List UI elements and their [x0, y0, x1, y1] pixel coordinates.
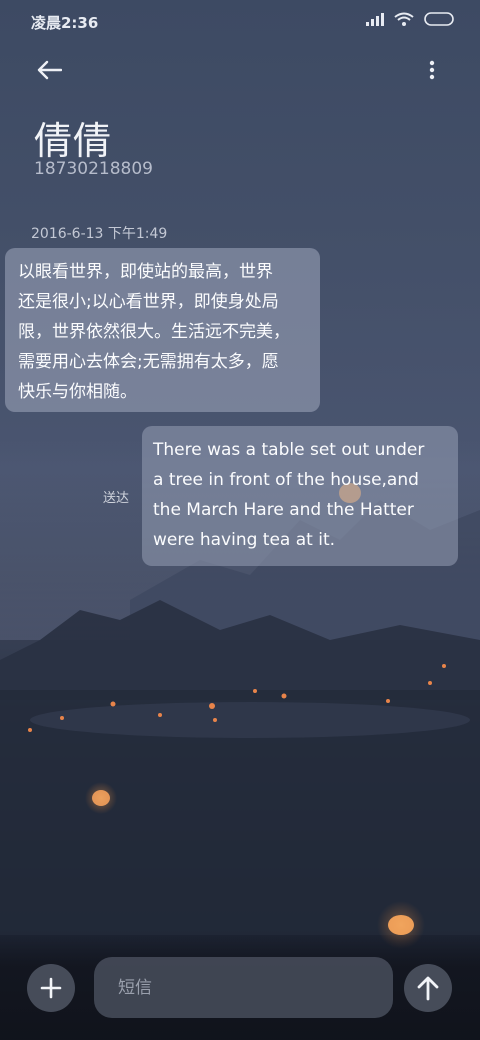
- message-line: 需要用心去体会;无需拥有太多，愿: [18, 352, 279, 372]
- message-line: There was a table set out under: [153, 440, 425, 460]
- contact-number: 18730218809: [34, 159, 153, 179]
- more-options-button[interactable]: [422, 56, 442, 84]
- send-button[interactable]: [404, 964, 452, 1012]
- wifi-icon: [394, 12, 414, 26]
- back-button[interactable]: [34, 56, 64, 84]
- add-attachment-button[interactable]: [27, 964, 75, 1012]
- message-input-container: [94, 957, 393, 1018]
- message-line: 以眼看世界，即使站的最高，世界: [18, 262, 273, 282]
- message-date: 2016-6-13 下午1:49: [31, 226, 168, 242]
- incoming-message-bubble[interactable]: 以眼看世界，即使站的最高，世界 还是很小;以心看世界，即使身处局 限，世界依然很…: [5, 248, 320, 412]
- message-line: were having tea at it.: [153, 530, 336, 550]
- more-vert-icon: [429, 60, 435, 80]
- message-line: the March Hare and the Hatter: [153, 500, 414, 520]
- back-arrow-icon: [37, 60, 62, 80]
- delivery-status: 送达: [103, 491, 130, 506]
- message-input[interactable]: [118, 977, 393, 998]
- send-arrow-icon: [417, 976, 439, 1001]
- signal-icon: [366, 12, 384, 26]
- outgoing-message-bubble[interactable]: There was a table set out under a tree i…: [142, 426, 458, 566]
- plus-icon: [40, 977, 62, 999]
- status-time: 凌晨2:36: [31, 14, 99, 32]
- message-line: 快乐与你相随。: [18, 382, 137, 402]
- top-bar: [0, 50, 480, 90]
- status-bar: 凌晨2:36: [0, 0, 480, 42]
- message-line: 还是很小;以心看世界，即使身处局: [18, 292, 279, 312]
- message-line: 限，世界依然很大。生活远不完美，: [18, 322, 290, 342]
- contact-name: 倩倩: [34, 119, 113, 163]
- message-line: a tree in front of the house,and: [153, 470, 419, 490]
- status-icons: [366, 12, 454, 26]
- battery-icon: [424, 12, 454, 26]
